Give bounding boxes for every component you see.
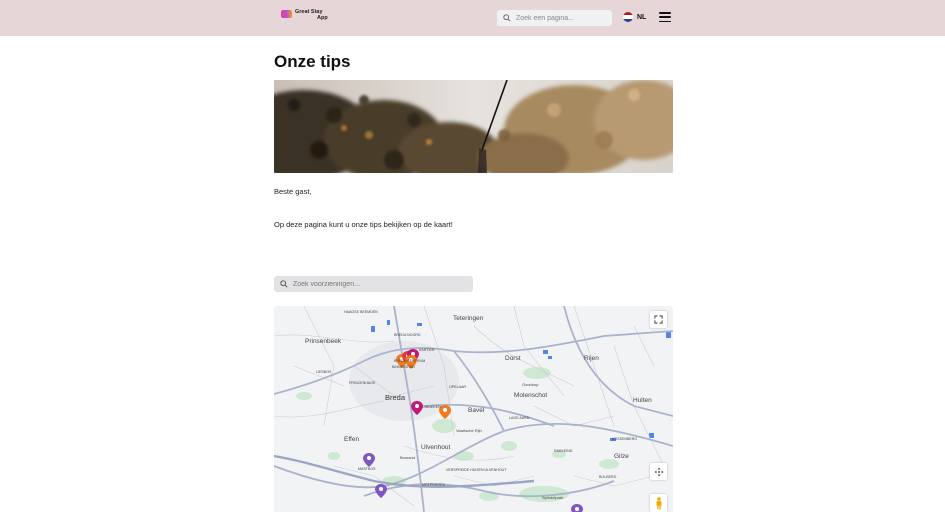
logo-text-line2: App (317, 15, 328, 21)
map-district-rakkeind: RAKKEIND (554, 449, 573, 453)
search-icon (280, 280, 288, 288)
map-district-molenhoek: MOLENHOEK (422, 483, 446, 487)
map-district-breda-noord: BREDA NOORD (394, 333, 421, 337)
tips-map[interactable]: Teteringen Prinsenbeek Dorst Rijen Breda… (274, 306, 673, 512)
move-arrows-icon (654, 467, 663, 476)
map-canvas[interactable]: Teteringen Prinsenbeek Dorst Rijen Breda… (274, 306, 673, 512)
map-label-breda: Breda (385, 393, 406, 402)
map-label-molenschot: Molenschot (514, 392, 547, 399)
map-district-binnenstad: BINNENSTAD (392, 365, 415, 369)
search-icon (503, 14, 511, 22)
netherlands-flag-icon (623, 12, 633, 22)
map-district-liesbos: LIESBOS (316, 370, 332, 374)
page-search-box[interactable] (497, 10, 612, 26)
map-district-mastbos: MASTBOS (358, 467, 376, 471)
top-bar: Great Stay App NL (0, 0, 945, 36)
map-park-vaartsche-rijn: Vaartsche Rijn (456, 428, 482, 433)
map-district-verspreide-huizen: VERSPREIDE HUIZEN ULVENHOUT (446, 468, 507, 472)
page-title: Onze tips (274, 52, 351, 71)
menu-hamburger-icon[interactable] (659, 12, 671, 22)
map-district-ijpelaar: IJPELAAR (449, 385, 466, 389)
map-district-kartier: KARTIER (419, 348, 435, 352)
map-label-teteringen: Teteringen (453, 315, 484, 322)
greeting-text: Beste gast, (274, 187, 312, 196)
map-district-breda-centrum: BREDA CENTRUM (394, 359, 425, 363)
page-search-input[interactable] (516, 14, 606, 22)
map-label-prinsenbeek: Prinsenbeek (305, 338, 342, 345)
facility-search-box[interactable] (274, 276, 473, 292)
map-park-bosrand: Bosrand (400, 455, 415, 460)
hero-image (274, 80, 673, 173)
logo-mark-icon (281, 10, 292, 18)
map-label-bavel: Bavel (468, 407, 485, 414)
map-park-spindelpark: Spindelpark (542, 495, 563, 500)
language-selector[interactable]: NL (623, 12, 646, 22)
fullscreen-icon (654, 315, 663, 324)
map-district-princenhage: PRINCENHAGE (349, 381, 376, 385)
map-district-vossenberg: VOSSENBERG (612, 437, 637, 441)
map-label-hulten: Hulten (633, 397, 652, 404)
map-district-lage-aard: LAGE AARD (509, 416, 530, 420)
logo[interactable]: Great Stay App (281, 9, 328, 21)
map-label-rijen: Rijen (584, 355, 599, 362)
intro-text: Op deze pagina kunt u onze tips bekijken… (274, 220, 453, 229)
facility-search-input[interactable] (293, 280, 463, 288)
map-label-gilze: Gilze (614, 453, 629, 460)
map-camera-control-button[interactable] (650, 463, 667, 480)
pegman-icon (656, 496, 661, 509)
map-district-bolberg: BOLBERG (599, 475, 617, 479)
map-district-haagse-beemden: HAAGSE BEEMDEN (344, 310, 378, 314)
map-street-view-button[interactable] (650, 494, 667, 512)
map-fullscreen-button[interactable] (650, 311, 667, 328)
map-district-ginneken: GINNEKEN (422, 405, 441, 409)
language-label: NL (637, 13, 647, 21)
map-park-goorloop: Goorloop (522, 382, 539, 387)
map-label-dorst: Dorst (505, 355, 521, 362)
map-label-ulvenhout: Ulvenhout (421, 444, 450, 451)
map-label-effen: Effen (344, 436, 359, 443)
